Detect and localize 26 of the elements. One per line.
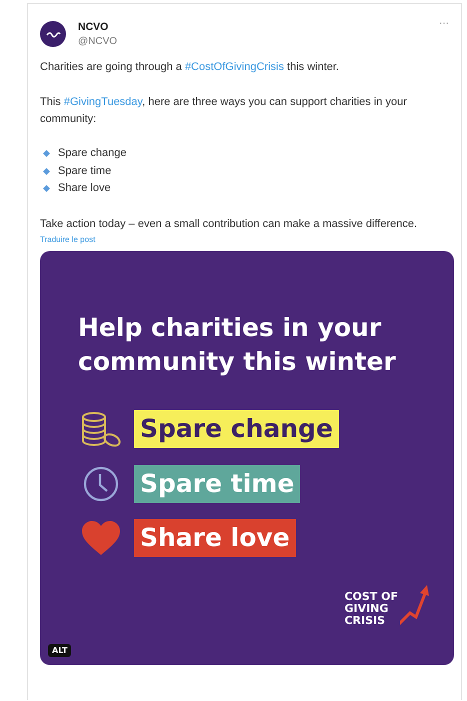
list-item-text: Spare change bbox=[58, 146, 126, 161]
image-label: Spare time bbox=[134, 464, 300, 502]
more-options-icon[interactable]: ··· bbox=[439, 18, 449, 29]
hashtag-link[interactable]: #GivingTuesday bbox=[64, 96, 142, 108]
post-text: Take action today – even a small contribution can make a massive difference. bbox=[40, 216, 418, 232]
rising-arrow-icon bbox=[400, 582, 430, 626]
author-handle[interactable]: @NCVO bbox=[78, 36, 118, 47]
translate-link[interactable]: Traduire le post bbox=[40, 234, 96, 244]
alt-badge[interactable]: ALT bbox=[48, 644, 72, 656]
campaign-logo-text: COST OF GIVING CRISIS bbox=[344, 590, 398, 626]
clock-icon bbox=[82, 464, 120, 502]
diamond-bullet-icon bbox=[43, 150, 50, 158]
image-label: Share love bbox=[134, 518, 296, 556]
post-text: Charities are going through a #CostOfGivingCrisis this winter. bbox=[40, 60, 340, 75]
author-name[interactable]: NCVO bbox=[78, 21, 118, 33]
post-text: This #GivingTuesday, here are three ways you can support charities in your community: bbox=[40, 95, 408, 127]
post-image[interactable]: Help charities in your community this winter Spare change Spare time Share love COST OF GIVING CRISIS ALT bbox=[40, 250, 454, 664]
list-item-text: Share love bbox=[58, 181, 111, 196]
avatar-logo[interactable] bbox=[40, 21, 66, 47]
list-item-text: Spare time bbox=[58, 164, 112, 178]
image-headline: Help charities in your community this winter bbox=[78, 312, 397, 378]
diamond-bullet-icon bbox=[43, 168, 50, 175]
hashtag-link[interactable]: #CostOfGivingCrisis bbox=[184, 61, 284, 73]
heart-icon bbox=[81, 520, 121, 556]
diamond-bullet-icon bbox=[43, 185, 50, 192]
image-label: Spare change bbox=[134, 410, 339, 448]
